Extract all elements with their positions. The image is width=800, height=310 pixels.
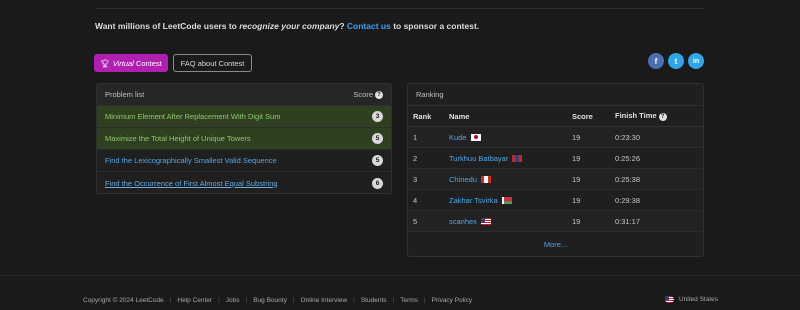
finish-time-value: 0:25:26 — [615, 153, 641, 163]
rank-column-header: Rank — [413, 111, 432, 121]
score-value: 19 — [572, 132, 581, 142]
finish-time-value: 0:29:38 — [615, 195, 641, 205]
ranking-row: 5 scanhex 19 0:31:17 — [408, 211, 703, 232]
problem-row[interactable]: Find the Occurrence of First Almost Equa… — [97, 172, 391, 193]
linkedin-icon[interactable]: in — [688, 53, 704, 69]
rank-value: 2 — [413, 153, 418, 163]
footer-divider — [0, 275, 800, 276]
problem-list-header: Problem list Score? — [97, 84, 391, 106]
virtual-contest-button[interactable]: 🏆︎ Virtual Contest — [94, 54, 168, 72]
rank-value: 5 — [413, 216, 418, 226]
ranking-title: Ranking — [408, 84, 703, 106]
region-label: United States — [679, 296, 719, 303]
problem-score-badge: 5 — [372, 155, 383, 166]
footer-link-help-center[interactable]: Help Center — [177, 297, 212, 304]
score-value: 19 — [572, 195, 581, 205]
score-value: 19 — [572, 174, 581, 184]
finish-time-value: 0:31:17 — [615, 216, 641, 226]
footer-link-online-interview[interactable]: Online Interview — [301, 297, 348, 304]
rank-value: 3 — [413, 174, 418, 184]
score-value: 19 — [572, 216, 581, 226]
rank-value: 1 — [413, 132, 418, 142]
footer-link-bug-bounty[interactable]: Bug Bounty — [253, 297, 287, 304]
problem-score-badge: 6 — [372, 177, 383, 189]
copyright-text: Copyright © 2024 LeetCode — [83, 297, 164, 304]
problem-list-panel: Problem list Score? Minimum Element Afte… — [96, 83, 392, 194]
problem-title[interactable]: Maximize the Total Height of Unique Towe… — [105, 134, 251, 143]
help-icon[interactable]: ? — [375, 91, 383, 99]
name-column-header: Name — [449, 111, 470, 121]
ranking-row: 4 Zakhar Tsvirka 19 0:29:38 — [408, 190, 703, 211]
ranking-row: 1 Kude 19 0:23:30 — [408, 127, 703, 148]
canada-flag-icon — [480, 175, 491, 183]
top-divider — [95, 8, 704, 9]
problem-score-badge: 5 — [372, 133, 383, 144]
contact-us-link[interactable]: Contact us — [347, 21, 391, 31]
belarus-flag-icon — [501, 196, 512, 204]
mongolia-flag-icon — [512, 154, 523, 162]
footer-links: Copyright © 2024 LeetCode | Help Center … — [83, 297, 473, 304]
problem-score-badge: 3 — [372, 111, 383, 122]
problem-title[interactable]: Find the Occurrence of First Almost Equa… — [105, 179, 278, 188]
footer-link-jobs[interactable]: Jobs — [226, 297, 240, 304]
user-name-link[interactable]: Chinedu — [449, 175, 477, 184]
help-icon[interactable]: ? — [658, 112, 667, 121]
problem-row[interactable]: Minimum Element After Replacement With D… — [97, 106, 391, 128]
ranking-rows: 1 Kude 19 0:23:30 2 Turkhuu Batbayar 19 … — [408, 127, 703, 232]
score-header: Score — [353, 89, 373, 99]
facebook-icon[interactable]: f — [648, 53, 664, 69]
problem-row[interactable]: Maximize the Total Height of Unique Towe… — [97, 128, 391, 150]
japan-flag-icon — [470, 133, 481, 141]
user-name-link[interactable]: Kude — [449, 133, 467, 142]
finish-time-column-header: Finish Time — [615, 111, 657, 121]
twitter-icon[interactable]: t — [668, 53, 684, 69]
score-column-header: Score — [572, 111, 593, 121]
usa-flag-icon — [665, 296, 674, 303]
finish-time-value: 0:25:38 — [615, 174, 641, 184]
ranking-row: 3 Chinedu 19 0:25:38 — [408, 169, 703, 190]
problem-title[interactable]: Minimum Element After Replacement With D… — [105, 112, 280, 121]
problem-row[interactable]: Find the Lexicographically Smallest Vali… — [97, 150, 391, 172]
sponsor-banner: Want millions of LeetCode users to recog… — [95, 21, 480, 31]
trophy-icon: 🏆︎ — [100, 58, 110, 68]
user-name-link[interactable]: scanhex — [449, 217, 477, 226]
problem-title[interactable]: Find the Lexicographically Smallest Vali… — [105, 156, 277, 165]
ranking-row: 2 Turkhuu Batbayar 19 0:25:26 — [408, 148, 703, 169]
footer-link-students[interactable]: Students — [361, 297, 387, 304]
finish-time-value: 0:23:30 — [615, 132, 641, 142]
region-selector[interactable]: United States — [665, 296, 718, 303]
user-name-link[interactable]: Turkhuu Batbayar — [449, 154, 508, 163]
faq-contest-button[interactable]: FAQ about Contest — [173, 54, 252, 72]
score-value: 19 — [572, 153, 581, 163]
usa-flag-icon — [480, 217, 491, 225]
ranking-column-headers: Rank Name Score Finish Time? — [408, 106, 703, 127]
footer-link-terms[interactable]: Terms — [400, 297, 418, 304]
footer-link-privacy-policy[interactable]: Privacy Policy — [432, 297, 472, 304]
ranking-panel: Ranking Rank Name Score Finish Time? 1 K… — [407, 83, 704, 257]
user-name-link[interactable]: Zakhar Tsvirka — [449, 196, 498, 205]
problem-list-title: Problem list — [105, 90, 145, 99]
rank-value: 4 — [413, 195, 418, 205]
more-rankings-link[interactable]: More... — [544, 240, 567, 249]
